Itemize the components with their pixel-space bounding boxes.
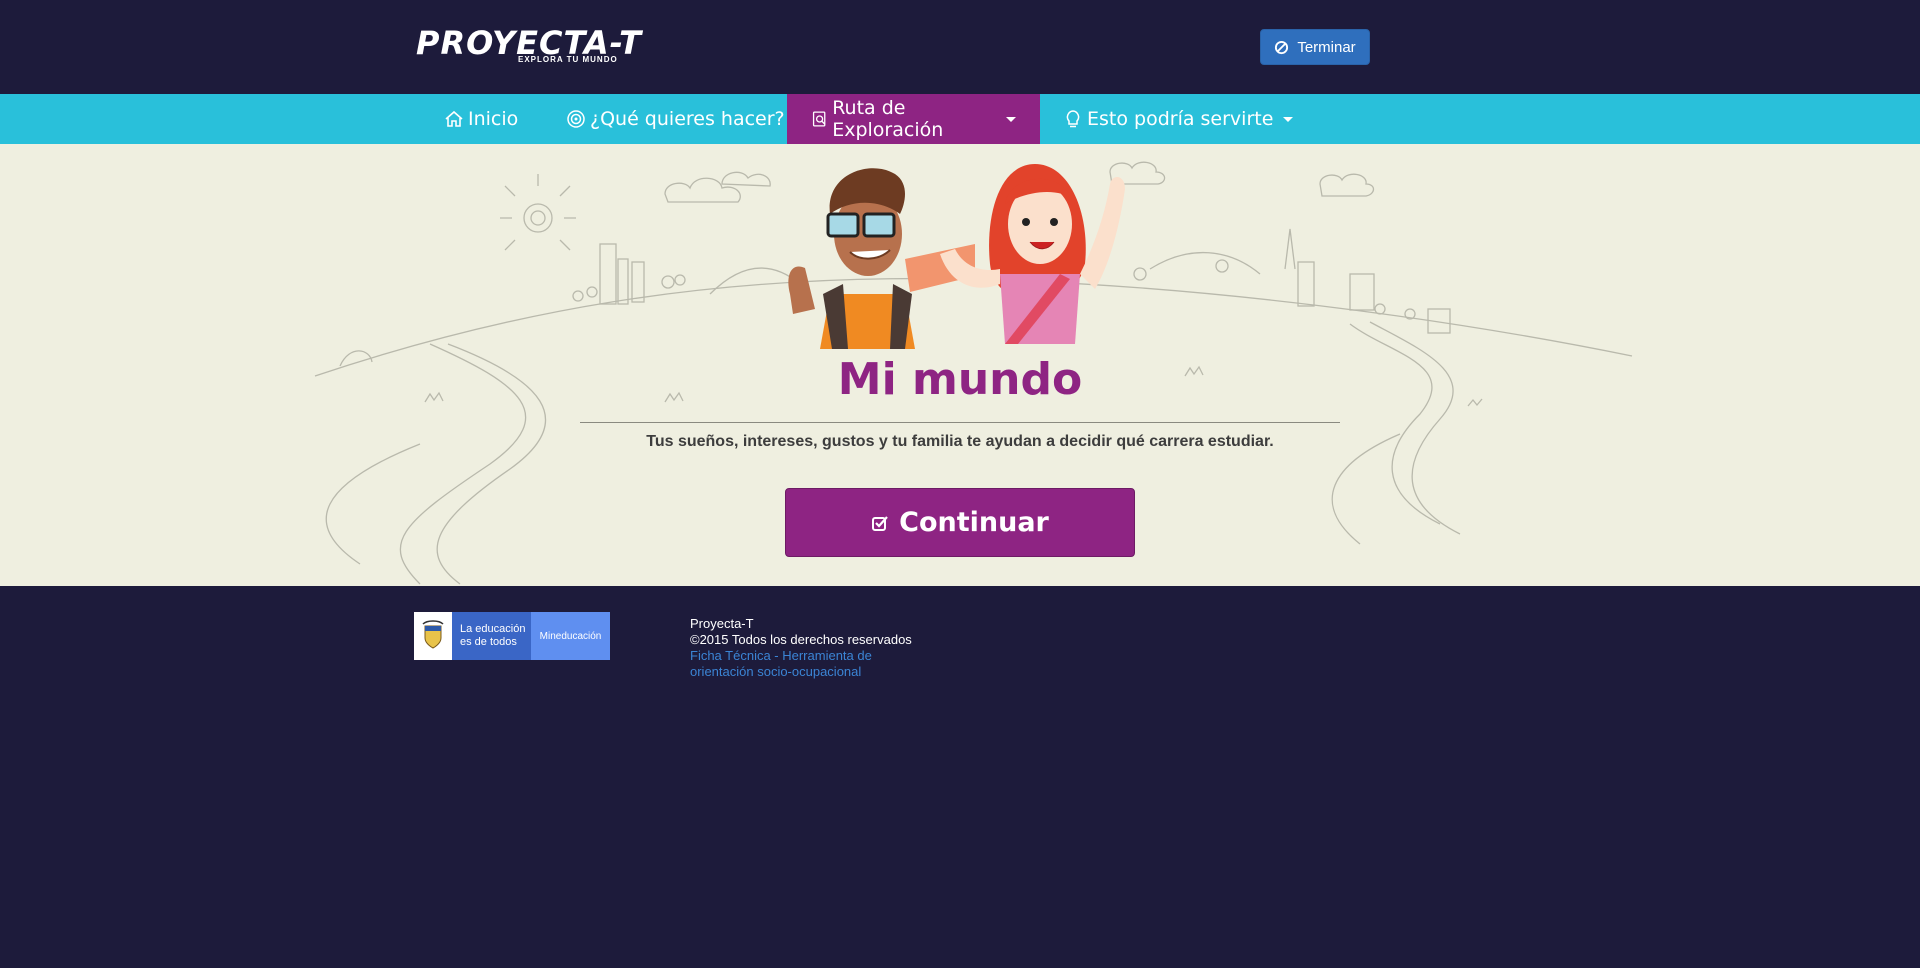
shield-icon	[422, 620, 444, 649]
search-doc-icon	[812, 111, 826, 127]
terminar-label: Terminar	[1297, 38, 1356, 56]
nav-item-esto-podria-servirte[interactable]: Esto podría servirte	[1063, 94, 1294, 144]
ban-icon	[1275, 40, 1289, 54]
footer-site-name: Proyecta-T	[690, 616, 754, 631]
nav-item-ruta-de-exploracion[interactable]: Ruta de Exploración	[787, 94, 1040, 144]
home-icon	[445, 110, 463, 127]
ficha-tecnica-link[interactable]: Ficha Técnica - Herramienta de orientaci…	[690, 648, 910, 680]
nav-item-inicio[interactable]: Inicio	[444, 94, 518, 144]
title-divider	[580, 422, 1340, 423]
characters-illustration	[788, 164, 1125, 349]
nav-label-esto-podria-servirte: Esto podría servirte	[1087, 108, 1274, 130]
nav-label-que-quieres-hacer: ¿Qué quieres hacer?	[590, 108, 785, 130]
main-nav: Inicio ¿Qué quieres hacer? Ruta de Explo…	[0, 94, 1920, 144]
footer-info: Proyecta-T ©2015 Todos los derechos rese…	[690, 616, 912, 680]
footer-copyright: ©2015 Todos los derechos reservados	[690, 632, 912, 647]
continue-label: Continuar	[899, 507, 1049, 538]
mineducacion-logo[interactable]: La educación es de todos Mineducación	[414, 612, 610, 660]
page-title: Mi mundo	[837, 354, 1083, 405]
page-subtitle: Tus sueños, intereses, gustos y tu famil…	[646, 433, 1274, 450]
nav-label-inicio: Inicio	[468, 108, 519, 130]
nav-label-ruta-de-exploracion: Ruta de Exploración	[832, 97, 944, 141]
footer: La educación es de todos Mineducación Pr…	[0, 586, 1920, 968]
chevron-down-icon	[1006, 116, 1016, 122]
check-square-icon	[872, 515, 888, 531]
header: PROYECTA-T EXPLORA TU MUNDO Terminar	[0, 0, 1920, 94]
proyecta-t-logo[interactable]: PROYECTA-T EXPLORA TU MUNDO	[416, 26, 646, 66]
logo-tagline: EXPLORA TU MUNDO	[518, 55, 618, 64]
logo-edu-text: La educación es de todos	[452, 612, 531, 660]
terminar-button[interactable]: Terminar	[1260, 29, 1370, 65]
continue-button[interactable]: Continuar	[785, 488, 1135, 557]
logo-min-text: Mineducación	[531, 612, 610, 660]
nav-item-que-quieres-hacer[interactable]: ¿Qué quieres hacer?	[566, 94, 785, 144]
coat-of-arms-icon	[414, 612, 452, 660]
lightbulb-icon	[1066, 110, 1080, 128]
target-icon	[567, 110, 585, 128]
chevron-down-icon	[1283, 116, 1294, 122]
main-content: Mi mundo Tus sueños, intereses, gustos y…	[0, 144, 1920, 586]
